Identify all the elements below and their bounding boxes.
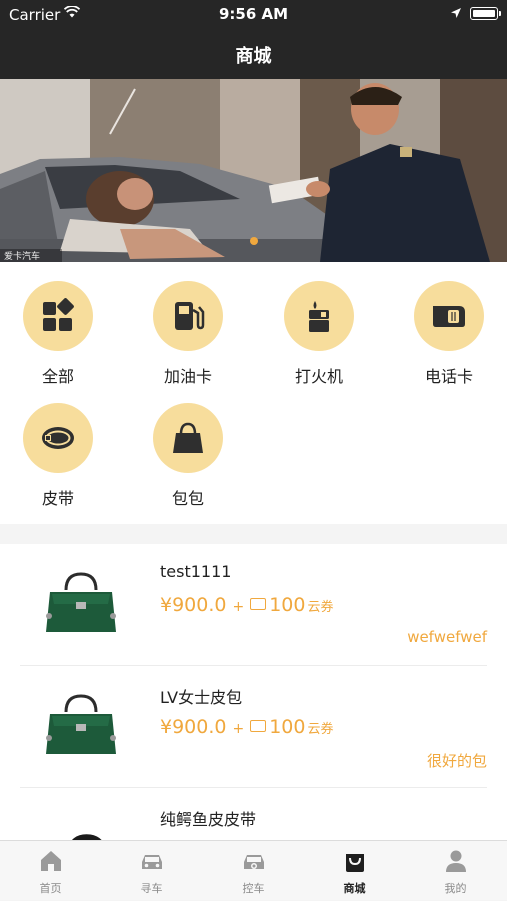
product-points: 100 <box>269 716 306 738</box>
status-bar: Carrier 9:56 AM <box>0 0 507 30</box>
car-control-icon <box>243 855 264 869</box>
fuel-pump-icon <box>175 302 205 330</box>
lighter-icon <box>309 301 329 332</box>
product-price: ¥900.0 <box>160 594 227 616</box>
product-list: test1111 ¥900.0 +100 云券 wefwefwef LV女士皮包 ¥… <box>0 544 507 840</box>
category-label: 包包 <box>171 489 204 508</box>
clock: 9:56 AM <box>218 5 289 23</box>
location-arrow-icon <box>451 8 461 18</box>
category-icon-bg <box>23 403 93 473</box>
tab-home[interactable]: 首页 <box>0 841 101 901</box>
category-lighter[interactable]: 打火机 <box>269 281 369 387</box>
category-sim-card[interactable]: 电话卡 <box>399 281 499 387</box>
tab-label: 控车 <box>242 882 265 895</box>
category-label: 打火机 <box>294 367 343 386</box>
product-name: LV女士皮包 <box>160 688 243 707</box>
product-price-row: ¥900.0 +100 云券 <box>160 594 334 616</box>
tab-label: 商城 <box>343 882 366 895</box>
product-name: test1111 <box>160 562 232 581</box>
category-bag[interactable]: 包包 <box>138 403 238 509</box>
tab-label: 寻车 <box>140 882 163 895</box>
tab-car-control[interactable]: 控车 <box>203 841 304 901</box>
user-icon <box>445 850 466 872</box>
product-name: 纯鳄鱼皮皮带 <box>160 810 257 829</box>
category-fuel-card[interactable]: 加油卡 <box>138 281 238 387</box>
product-price: ¥900.0 <box>160 716 227 738</box>
category-icon-bg <box>284 281 354 351</box>
product-thumbnail <box>46 694 116 754</box>
points-unit: 云券 <box>307 722 334 737</box>
product-description: wefwefwef <box>407 628 487 646</box>
nav-bar: 商城 <box>0 30 507 79</box>
category-belt[interactable]: 皮带 <box>8 403 108 509</box>
points-unit: 云券 <box>307 600 334 615</box>
category-all[interactable]: 全部 <box>8 281 108 387</box>
plus-sign: + <box>232 599 245 615</box>
page-title: 商城 <box>235 46 272 67</box>
product-price-row: ¥900.0 +100 云券 <box>160 716 334 738</box>
product-points: 100 <box>269 594 306 616</box>
battery-tip <box>499 11 501 16</box>
category-label: 加油卡 <box>163 367 212 386</box>
coupon-icon <box>250 719 267 732</box>
product-description: 很好的包 <box>426 752 487 770</box>
product-thumbnail <box>72 834 102 840</box>
category-icon-bg <box>23 281 93 351</box>
tab-bar: 首页 寻车 控车 商城 我的 <box>0 840 507 900</box>
category-label: 皮带 <box>41 489 74 508</box>
tab-profile[interactable]: 我的 <box>405 841 506 901</box>
battery-icon <box>470 7 498 20</box>
tab-mall[interactable]: 商城 <box>304 841 405 901</box>
category-label: 全部 <box>41 367 74 386</box>
tab-find-car[interactable]: 寻车 <box>101 841 202 901</box>
plus-sign: + <box>232 721 245 737</box>
category-icon-bg <box>153 281 223 351</box>
sim-card-icon <box>433 306 465 327</box>
product-thumbnail <box>46 572 116 632</box>
product-item[interactable]: 纯鳄鱼皮皮带 <box>0 788 507 840</box>
shopping-bag-icon <box>345 854 364 872</box>
product-item[interactable]: test1111 ¥900.0 +100 云券 wefwefwef <box>0 544 507 666</box>
banner-watermark: 爱卡汽车 <box>4 250 40 262</box>
product-item[interactable]: LV女士皮包 ¥900.0 +100 云券 很好的包 <box>0 666 507 788</box>
tab-label: 首页 <box>39 882 62 895</box>
apps-grid-icon <box>43 298 74 331</box>
belt-icon <box>42 427 74 449</box>
category-label: 电话卡 <box>424 367 473 386</box>
car-search-icon <box>141 855 162 869</box>
handbag-icon <box>173 422 203 453</box>
category-icon-bg <box>414 281 484 351</box>
home-icon <box>40 851 61 871</box>
coupon-icon <box>250 597 267 610</box>
promo-banner[interactable]: 爱卡汽车 <box>0 79 507 262</box>
banner-image: 爱卡汽车 <box>0 79 507 262</box>
category-grid: 全部 加油卡 打火机 电话卡 皮带 包包 <box>0 262 507 524</box>
carousel-dot-active <box>250 237 258 245</box>
tab-label: 我的 <box>444 882 467 895</box>
category-icon-bg <box>153 403 223 473</box>
